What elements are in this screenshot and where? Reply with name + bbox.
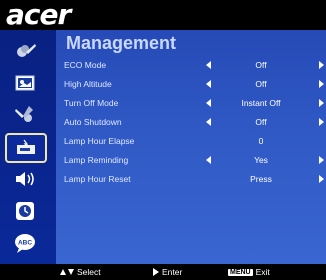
row-value: Off [255,117,267,127]
right-arrow-icon[interactable] [319,80,324,88]
footer-hints: Select Enter MENU Exit [0,264,326,280]
page-title: Management [66,33,177,53]
turn-off-mode-row[interactable]: Turn Off Mode Instant Off [56,94,326,113]
right-arrow-icon[interactable] [319,61,324,69]
right-arrow-icon[interactable] [319,156,324,164]
row-label: ECO Mode [64,60,107,70]
left-arrow-icon[interactable] [206,61,211,69]
timer-icon[interactable] [11,199,39,223]
left-arrow-icon[interactable] [206,118,211,126]
svg-text:ABC: ABC [18,240,32,247]
left-arrow-icon[interactable] [206,80,211,88]
row-value: Yes [254,155,268,165]
row-value: 0 [258,136,264,146]
language-icon[interactable]: ABC [11,231,39,255]
exit-hint: MENU Exit [228,267,270,277]
row-value: Press [250,174,272,184]
row-label: Lamp Hour Elapse [64,136,135,146]
high-altitude-row[interactable]: High Altitude Off [56,75,326,94]
lamp-hour-elapse-row: Lamp Hour Elapse 0 [56,132,326,151]
color-icon[interactable] [11,39,39,63]
left-arrow-icon[interactable] [206,156,211,164]
eco-mode-row[interactable]: ECO Mode Off [56,56,326,75]
up-down-arrows-icon [60,269,74,275]
sidebar: ABC [0,30,52,264]
right-arrow-icon[interactable] [319,175,324,183]
projector-osd: acer ABC Management ECO Mode Off High Al… [0,0,326,280]
image-icon[interactable] [11,71,39,95]
select-hint: Select [60,267,101,277]
row-value: Off [255,79,267,89]
enter-hint: Enter [153,267,182,277]
exit-label: Exit [255,267,270,277]
lamp-reminding-row[interactable]: Lamp Reminding Yes [56,151,326,170]
row-value: Instant Off [241,98,281,108]
menu-key-icon: MENU [228,268,253,276]
right-arrow-icon[interactable] [319,118,324,126]
settings-icon[interactable] [11,103,39,127]
auto-shutdown-row[interactable]: Auto Shutdown Off [56,113,326,132]
row-label: Lamp Hour Reset [64,174,131,184]
top-bar: acer [0,0,326,31]
row-label: Turn Off Mode [64,98,119,108]
management-icon[interactable] [5,133,47,163]
left-arrow-icon[interactable] [206,99,211,107]
right-arrow-icon [153,268,159,276]
row-label: Lamp Reminding [64,155,129,165]
row-value: Off [255,60,267,70]
enter-label: Enter [162,267,183,277]
row-label: Auto Shutdown [64,117,122,127]
audio-icon[interactable] [11,167,39,191]
right-arrow-icon[interactable] [319,99,324,107]
select-label: Select [77,267,101,277]
row-label: High Altitude [64,79,112,89]
acer-logo: acer [6,0,71,31]
lamp-hour-reset-row[interactable]: Lamp Hour Reset Press [56,170,326,189]
management-panel: Management ECO Mode Off High Altitude Of… [56,30,326,264]
